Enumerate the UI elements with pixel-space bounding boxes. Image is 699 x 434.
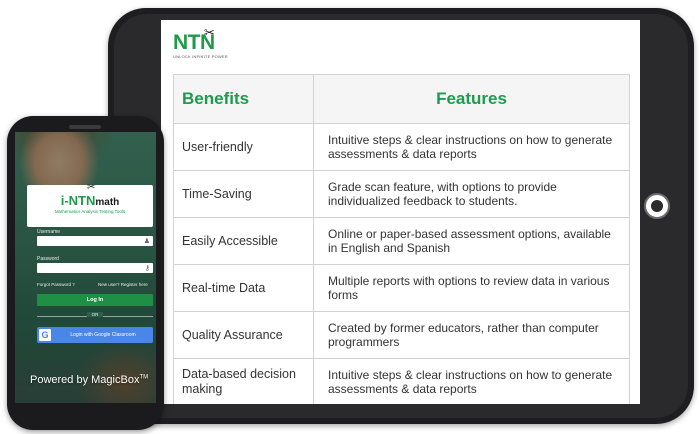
google-button-label: Login with Google Classroom bbox=[70, 332, 136, 338]
app-logo: i-NTNmath bbox=[27, 193, 153, 208]
phone-speaker bbox=[69, 125, 101, 129]
header-benefits: Benefits bbox=[173, 74, 314, 124]
benefit-cell: Easily Accessible bbox=[173, 217, 314, 265]
table-row: Data-based decision making Intuitive ste… bbox=[173, 358, 630, 404]
username-label: Username bbox=[37, 229, 61, 235]
feature-cell: Created by former educators, rather than… bbox=[313, 311, 630, 359]
google-icon: G bbox=[39, 329, 51, 341]
password-label: Password bbox=[37, 256, 59, 262]
app-logo-suffix: math bbox=[95, 197, 120, 208]
key-icon: ⚷ bbox=[144, 265, 150, 272]
feature-cell: Intuitive steps & clear instructions on … bbox=[313, 358, 630, 404]
register-link[interactable]: New user? Register here bbox=[98, 282, 148, 287]
header-features: Features bbox=[313, 74, 630, 124]
app-logo-subtitle: Mathematics Analysis Testing Tools bbox=[54, 209, 126, 214]
username-field[interactable]: ♟ bbox=[37, 236, 153, 246]
trademark-mark: TM bbox=[139, 374, 149, 381]
forgot-password-link[interactable]: Forgot Password ? bbox=[37, 282, 75, 287]
benefit-cell: Time-Saving bbox=[173, 170, 314, 218]
table-row: Time-Saving Grade scan feature, with opt… bbox=[173, 170, 630, 218]
app-logo-prefix: i-NTN bbox=[60, 193, 96, 208]
or-text: OR bbox=[87, 312, 103, 317]
tablet-screen: ✂ NTN UNLOCK INFINITE POWER Benefits Fea… bbox=[161, 20, 640, 404]
user-icon: ♟ bbox=[143, 238, 150, 245]
login-button[interactable]: Log In bbox=[37, 294, 153, 306]
feature-cell: Multiple reports with options to review … bbox=[313, 264, 630, 312]
benefit-cell: Data-based decision making bbox=[173, 358, 314, 404]
scissors-icon: ✂ bbox=[87, 182, 96, 193]
feature-cell: Online or paper-based assessment options… bbox=[313, 217, 630, 265]
feature-cell: Intuitive steps & clear instructions on … bbox=[313, 123, 630, 171]
password-field[interactable]: ⚷ bbox=[37, 263, 153, 273]
benefits-features-table: Benefits Features User-friendly Intuitiv… bbox=[173, 74, 630, 404]
tablet-home-button[interactable] bbox=[644, 193, 670, 219]
benefit-cell: Quality Assurance bbox=[173, 311, 314, 359]
powered-by-text: Powered by MagicBoxTM bbox=[30, 374, 148, 386]
app-logo-card: ✂ i-NTNmath Mathematics Analysis Testing… bbox=[27, 182, 153, 227]
google-classroom-login-button[interactable]: G Login with Google Classroom bbox=[37, 327, 153, 343]
ntn-logo-text: NTN bbox=[173, 31, 215, 54]
table-header-row: Benefits Features bbox=[173, 74, 630, 124]
table-row: Quality Assurance Created by former educ… bbox=[173, 311, 630, 359]
ntn-tagline: UNLOCK INFINITE POWER bbox=[173, 54, 228, 59]
benefit-cell: Real-time Data bbox=[173, 264, 314, 312]
benefit-cell: User-friendly bbox=[173, 123, 314, 171]
scissors-icon: ✂ bbox=[204, 25, 215, 40]
table-row: Real-time Data Multiple reports with opt… bbox=[173, 264, 630, 312]
powered-by-label: Powered by MagicBox bbox=[30, 374, 140, 386]
table-row: User-friendly Intuitive steps & clear in… bbox=[173, 123, 630, 171]
ntn-logo: ✂ NTN UNLOCK INFINITE POWER bbox=[173, 25, 228, 59]
feature-cell: Grade scan feature, with options to prov… bbox=[313, 170, 630, 218]
table-row: Easily Accessible Online or paper-based … bbox=[173, 217, 630, 265]
